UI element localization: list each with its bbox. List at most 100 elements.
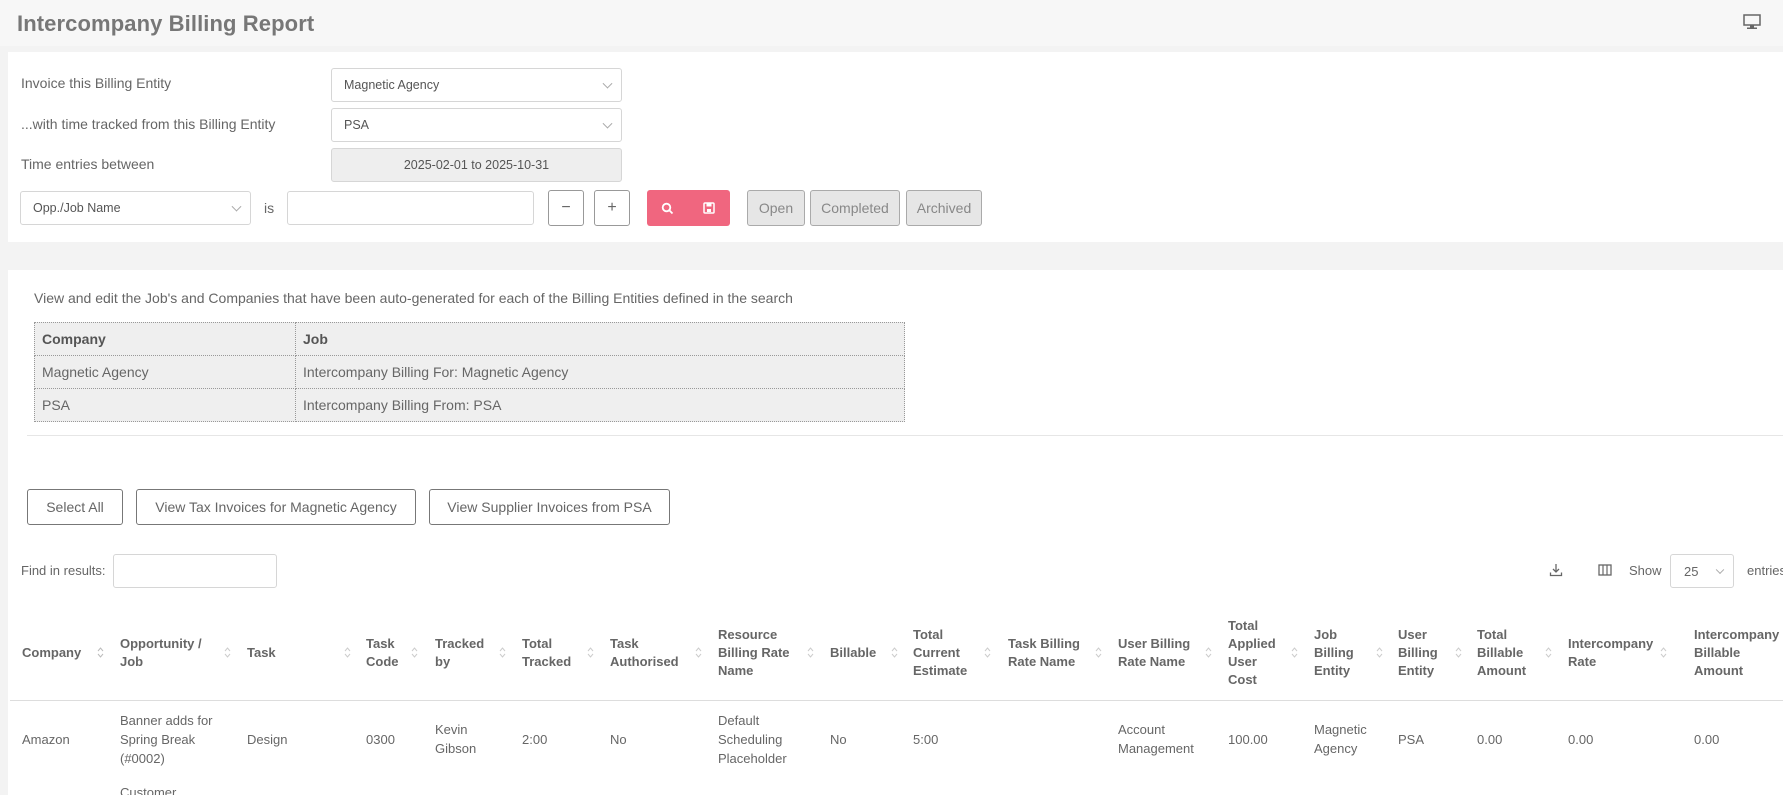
sort-icon[interactable]	[411, 646, 418, 659]
column-header-job-billing-entity[interactable]: Job Billing Entity	[1314, 614, 1374, 691]
cell-user-billing-rate[interactable]: Account Management	[1118, 711, 1208, 767]
sort-icon[interactable]	[499, 646, 506, 659]
show-label: Show	[1629, 563, 1662, 578]
page-title: Intercompany Billing Report	[17, 11, 315, 36]
cell-opportunity-job[interactable]: Banner adds for Spring Break (#0002)	[120, 711, 230, 767]
column-header-tracked-by[interactable]: Tracked by	[435, 614, 495, 691]
table-row: PSA Intercompany Billing From: PSA	[34, 388, 905, 422]
invoice-entity-label: Invoice this Billing Entity	[21, 75, 172, 91]
tracked-entity-value: PSA	[344, 118, 370, 132]
sort-icon[interactable]	[807, 646, 814, 659]
column-header-company[interactable]: Company	[22, 614, 92, 691]
find-input[interactable]	[113, 554, 277, 588]
cell-task-code[interactable]: 0300	[366, 711, 395, 767]
sort-icon[interactable]	[1376, 646, 1383, 659]
sort-icon[interactable]	[1095, 646, 1102, 659]
status-open-button[interactable]: Open	[747, 190, 805, 226]
cell-company[interactable]: Amazon	[22, 711, 70, 767]
cell-intercompany-rate[interactable]: 0.00	[1568, 711, 1593, 767]
cell-tracked-by[interactable]: Kevin Gibson	[435, 711, 490, 767]
download-icon[interactable]	[1549, 563, 1563, 577]
date-range-field[interactable]: 2025-02-01 to 2025-10-31	[331, 148, 622, 182]
field-select[interactable]: Opp./Job Name	[20, 191, 251, 225]
cell-intercompany-billable-amount[interactable]: 0.00	[1694, 711, 1719, 767]
sort-icon[interactable]	[695, 646, 702, 659]
column-header-opportunity-job[interactable]: Opportunity / Job	[120, 614, 220, 691]
column-header-intercompany-billable-amount[interactable]: Intercompany Billable Amount	[1694, 614, 1783, 691]
sort-icon[interactable]	[224, 646, 231, 659]
remove-filter-button[interactable]: −	[548, 190, 584, 226]
sort-icon[interactable]	[1455, 646, 1462, 659]
column-header-billable[interactable]: Billable	[830, 614, 890, 691]
entity-table-header: Company Job	[34, 322, 905, 356]
sort-icon[interactable]	[344, 646, 351, 659]
sort-icon[interactable]	[587, 646, 594, 659]
column-header-task[interactable]: Task	[247, 614, 327, 691]
column-header-user-billing-rate[interactable]: User Billing Rate Name	[1118, 614, 1203, 691]
columns-icon[interactable]	[1598, 563, 1612, 577]
cell-total-tracked[interactable]: 2:00	[522, 711, 547, 767]
column-header-total-current-estimate[interactable]: Total Current Estimate	[913, 614, 978, 691]
search-icon	[662, 202, 674, 214]
cell-opportunity-job-partial[interactable]: Customer	[120, 785, 176, 795]
cell-total-current-estimate[interactable]: 5:00	[913, 711, 938, 767]
column-header-task-code[interactable]: Task Code	[366, 614, 408, 691]
cell-billable[interactable]: No	[830, 711, 847, 767]
entity-table: Company Job Magnetic Agency Intercompany…	[34, 322, 905, 422]
cell-resource-billing-rate[interactable]: Default Scheduling Placeholder	[718, 711, 803, 767]
cell-total-applied-user-cost[interactable]: 100.00	[1228, 711, 1268, 767]
select-all-button[interactable]: Select All	[27, 489, 123, 525]
sort-icon[interactable]	[1545, 646, 1552, 659]
add-filter-button[interactable]: +	[594, 190, 630, 226]
sort-icon[interactable]	[1205, 646, 1212, 659]
cell-task[interactable]: Design	[247, 711, 287, 767]
divider	[27, 435, 1783, 436]
chevron-down-icon	[602, 78, 613, 89]
chevron-down-icon	[1715, 565, 1725, 575]
entity-company-cell[interactable]: PSA	[34, 388, 296, 422]
top-bar: Intercompany Billing Report	[0, 0, 1783, 46]
entity-job-cell[interactable]: Intercompany Billing From: PSA	[295, 388, 905, 422]
page-size-select[interactable]: 25	[1670, 554, 1734, 588]
page-size-value: 25	[1684, 563, 1699, 579]
view-supplier-invoices-button[interactable]: View Supplier Invoices from PSA	[429, 489, 670, 525]
status-archived-button[interactable]: Archived	[906, 190, 982, 226]
column-header-total-applied-user-cost[interactable]: Total Applied User Cost	[1228, 614, 1288, 691]
search-button-group	[647, 190, 730, 226]
time-entries-label: Time entries between	[21, 156, 155, 172]
chevron-down-icon	[602, 118, 613, 129]
entity-company-cell[interactable]: Magnetic Agency	[34, 355, 296, 389]
sort-icon[interactable]	[1660, 646, 1667, 659]
column-header-total-billable-amount[interactable]: Total Billable Amount	[1477, 614, 1542, 691]
cell-job-billing-entity[interactable]: Magnetic Agency	[1314, 711, 1379, 767]
chevron-down-icon	[231, 201, 242, 212]
table-row: Magnetic Agency Intercompany Billing For…	[34, 355, 905, 389]
cell-total-billable-amount[interactable]: 0.00	[1477, 711, 1502, 767]
search-button[interactable]	[647, 190, 689, 226]
monitor-icon[interactable]	[1743, 14, 1761, 30]
sort-icon[interactable]	[984, 646, 991, 659]
cell-user-billing-entity[interactable]: PSA	[1398, 711, 1424, 767]
filter-value-input[interactable]	[287, 191, 534, 225]
sort-icon[interactable]	[1291, 646, 1298, 659]
sort-icon[interactable]	[97, 646, 104, 659]
column-header-intercompany-rate[interactable]: Intercompany Rate	[1568, 614, 1658, 691]
save-search-button[interactable]	[689, 190, 731, 226]
table-header-rule	[10, 700, 1783, 701]
column-header-task-billing-rate[interactable]: Task Billing Rate Name	[1008, 614, 1093, 691]
sort-icon[interactable]	[891, 646, 898, 659]
field-select-value: Opp./Job Name	[33, 201, 121, 215]
tracked-entity-select[interactable]: PSA	[331, 108, 622, 142]
status-completed-button[interactable]: Completed	[810, 190, 900, 226]
column-header-resource-billing-rate[interactable]: Resource Billing Rate Name	[718, 614, 803, 691]
tracked-entity-label: ...with time tracked from this Billing E…	[21, 116, 276, 132]
column-header-user-billing-entity[interactable]: User Billing Entity	[1398, 614, 1448, 691]
view-tax-invoices-button[interactable]: View Tax Invoices for Magnetic Agency	[136, 489, 416, 525]
column-header-total-tracked[interactable]: Total Tracked	[522, 614, 582, 691]
invoice-entity-select[interactable]: Magnetic Agency	[331, 68, 622, 102]
cell-task-authorised[interactable]: No	[610, 711, 627, 767]
column-header-task-authorised[interactable]: Task Authorised	[610, 614, 690, 691]
entries-label: entries	[1747, 563, 1783, 578]
entity-job-cell[interactable]: Intercompany Billing For: Magnetic Agenc…	[295, 355, 905, 389]
entity-header-job: Job	[295, 322, 905, 356]
